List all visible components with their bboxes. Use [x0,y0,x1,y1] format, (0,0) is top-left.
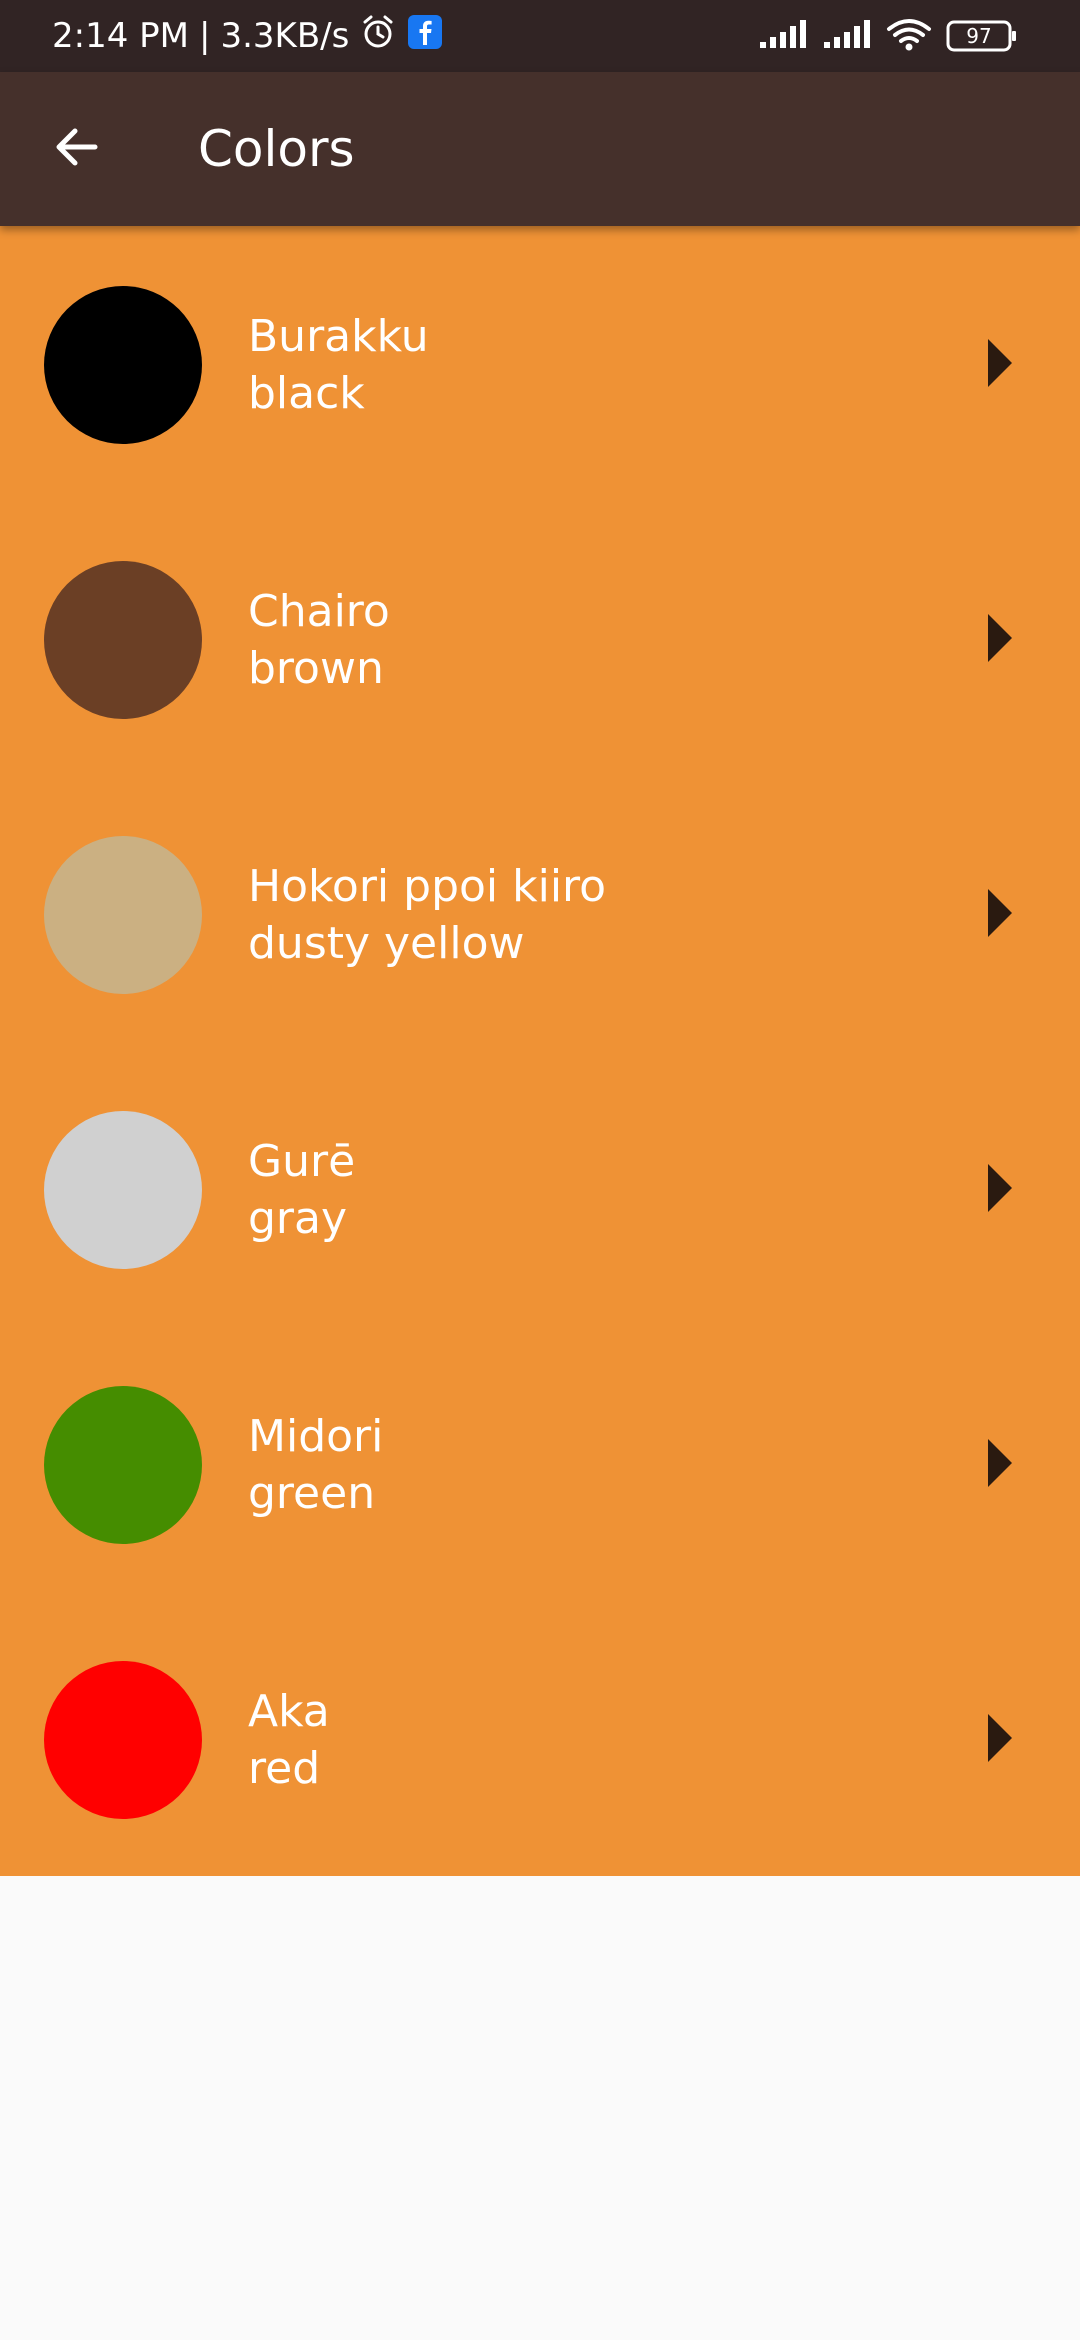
list-item[interactable]: Midori green [0,1326,1080,1601]
arrow-left-icon [51,121,103,177]
english-word: dusty yellow [248,918,525,969]
japanese-word: Midori [248,1411,384,1462]
signal-icon [822,18,872,54]
play-arrow-icon[interactable] [988,1714,1012,1762]
japanese-word: Aka [248,1686,330,1737]
item-text: Midori green [248,1408,383,1522]
alarm-icon [359,13,397,60]
japanese-word: Gurē [248,1136,356,1187]
english-word: brown [248,643,384,694]
page-title: Colors [198,120,355,178]
english-word: green [248,1468,376,1519]
status-left: 2:14 PM | 3.3KB/s [52,0,443,72]
item-text: Burakku black [248,308,429,422]
color-swatch [44,286,202,444]
play-arrow-icon[interactable] [988,1164,1012,1212]
list-item[interactable]: Hokori ppoi kiiro dusty yellow [0,776,1080,1051]
back-button[interactable] [30,102,124,196]
japanese-word: Burakku [248,311,429,362]
item-text: Gurē gray [248,1133,355,1247]
app-bar: Colors [0,72,1080,226]
color-swatch [44,836,202,994]
battery-icon: 97 [946,19,1018,53]
english-word: red [248,1743,321,1794]
color-swatch [44,1111,202,1269]
item-text: Hokori ppoi kiiro dusty yellow [248,858,606,972]
play-arrow-icon[interactable] [988,614,1012,662]
list-item[interactable]: Gurē gray [0,1051,1080,1326]
list-item[interactable]: Aka red [0,1601,1080,1876]
color-swatch [44,1661,202,1819]
status-network-speed: 3.3KB/s [220,16,350,56]
list-item[interactable]: Chairo brown [0,501,1080,776]
list-item[interactable]: Burakku black [0,226,1080,501]
play-arrow-icon[interactable] [988,889,1012,937]
japanese-word: Chairo [248,586,390,637]
status-bar: 2:14 PM | 3.3KB/s 97 [0,0,1080,72]
play-arrow-icon[interactable] [988,339,1012,387]
status-time: 2:14 PM [52,16,189,56]
color-swatch [44,561,202,719]
color-swatch [44,1386,202,1544]
play-arrow-icon[interactable] [988,1439,1012,1487]
japanese-word: Hokori ppoi kiiro [248,861,607,912]
facebook-icon [407,14,443,59]
status-separator: | [199,16,211,56]
item-text: Chairo brown [248,583,390,697]
battery-level: 97 [966,24,992,48]
color-list: Burakku black Chairo brown Hokori ppoi k… [0,226,1080,1876]
status-right: 97 [758,0,1018,72]
wifi-icon [886,17,932,55]
english-word: black [248,368,365,419]
english-word: gray [248,1193,348,1244]
item-text: Aka red [248,1683,330,1797]
signal-icon [758,18,808,54]
